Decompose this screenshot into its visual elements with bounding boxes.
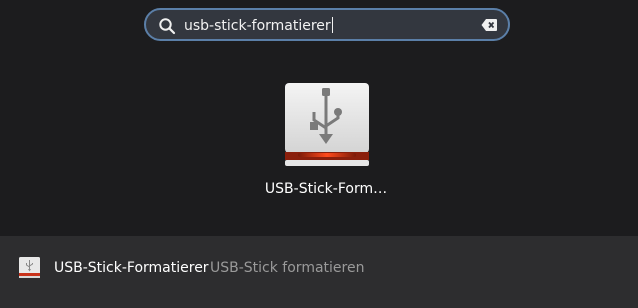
text-caret — [331, 17, 333, 33]
result-title: USB-Stick-Formatierer — [54, 260, 209, 276]
search-field[interactable]: usb-stick-formatierer — [144, 8, 510, 41]
app-tile-label: USB-Stick-Form… — [264, 181, 388, 197]
clear-text-icon[interactable] — [481, 18, 498, 32]
app-search-overlay: usb-stick-formatierer USB-Stick-Form… US… — [0, 0, 638, 308]
search-results-list: USB-Stick-Formatierer USB-Stick formatie… — [0, 236, 638, 308]
app-tile-usb-stick-formatierer[interactable]: USB-Stick-Form… — [256, 74, 396, 208]
result-description: USB-Stick formatieren — [210, 260, 365, 276]
search-input-value: usb-stick-formatierer — [184, 18, 331, 34]
usb-drive-icon — [19, 257, 40, 278]
search-icon — [159, 18, 176, 35]
usb-drive-icon — [285, 83, 369, 166]
search-input[interactable]: usb-stick-formatierer — [184, 17, 333, 35]
result-item-usb-stick-formatierer[interactable]: USB-Stick-Formatierer USB-Stick formatie… — [0, 250, 638, 286]
